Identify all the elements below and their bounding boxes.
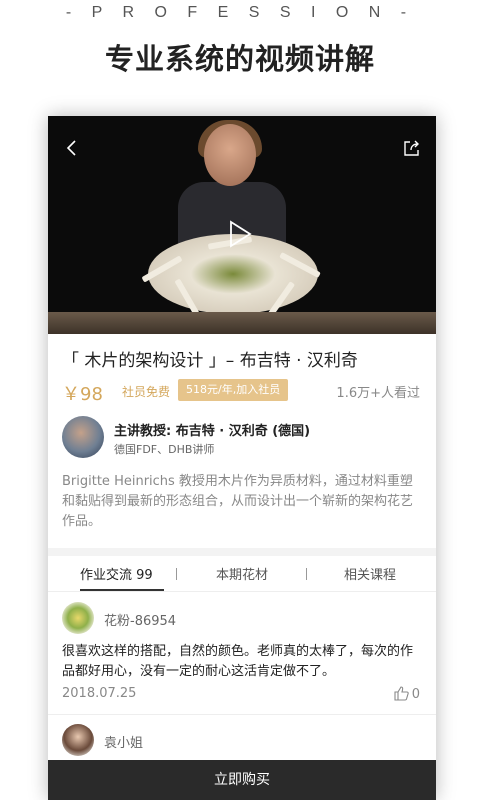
active-tab-indicator [80,589,164,591]
tab-separator [306,568,307,580]
share-icon[interactable] [402,138,422,158]
commenter-name[interactable]: 花粉-86954 [104,610,176,629]
video-player[interactable] [48,116,436,334]
tab-related-courses[interactable]: 相关课程 [344,564,396,583]
back-icon[interactable] [62,138,82,158]
promo-header: - P R O F E S S I O N - 专业系统的视频讲解 [0,0,480,116]
tab-homework[interactable]: 作业交流 99 [80,564,153,583]
course-title: 「 木片的架构设计 」– 布吉特 · 汉利奇 [62,351,358,371]
phone-screen: 「 木片的架构设计 」– 布吉特 · 汉利奇 ￥98 社员免费 518元/年,加… [48,116,436,800]
viewer-count: 1.6万+人看过 [336,386,420,401]
instructor-avatar[interactable] [62,416,104,458]
tab-separator [176,568,177,580]
video-table [48,312,436,334]
section-divider [48,548,436,556]
video-person-head [204,124,256,186]
commenter-avatar[interactable] [62,724,94,756]
profession-tagline: - P R O F E S S I O N - [65,4,415,21]
comment-date: 2018.07.25 [62,686,137,701]
tab-bar: 作业交流 99 本期花材 相关课程 [48,556,436,592]
course-price: ￥98 [62,384,103,405]
commenter-avatar[interactable] [62,602,94,634]
comment-divider [48,714,436,715]
instructor-name: 主讲教授: 布吉特 · 汉利奇 (德国) [114,424,311,439]
commenter-name[interactable]: 袁小姐 [104,732,143,751]
tab-materials[interactable]: 本期花材 [216,564,268,583]
like-count: 0 [411,687,420,702]
comment-text: 很喜欢这样的搭配，自然的颜色。老师真的太棒了，每次的作品都好用心，没有一定的耐心… [62,644,414,679]
buy-now-button[interactable]: 立即购买 [48,760,436,800]
thumbs-up-icon [394,686,409,701]
like-button[interactable]: 0 [394,686,420,702]
play-icon[interactable] [228,220,252,248]
instructor-role: 德国FDF、DHB讲师 [114,443,215,456]
course-description: Brigitte Heinrichs 教授用木片作为异质材料，通过材料重塑和黏贴… [62,474,414,529]
promo-headline: 专业系统的视频讲解 [104,42,375,76]
member-free-label: 社员免费 [122,385,171,399]
join-member-button[interactable]: 518元/年,加入社员 [178,379,289,401]
